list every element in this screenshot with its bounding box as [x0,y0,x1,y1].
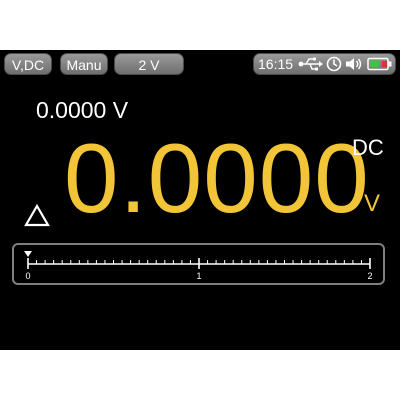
bargraph-tick-label: 2 [367,271,372,281]
bargraph-tick-label: 1 [196,271,201,281]
status-bar: 16:15 [253,53,396,75]
secondary-reading: 0.0000 V [36,97,129,123]
coupling-label: DC [352,135,384,160]
clock-time: 16:15 [258,56,294,72]
main-reading: 0.0000 [64,123,370,233]
range-mode-button[interactable]: Manu [60,53,108,75]
bargraph-scale: 0 1 2 [24,251,373,281]
relative-delta-icon [24,204,50,227]
unit-label: V [364,190,381,217]
bargraph-tick-label: 0 [25,271,30,281]
bargraph-pointer [24,251,32,257]
meter-screen: V,DC Manu 2 V 16:15 0.0000 V 0.0000 DC V… [0,50,400,350]
battery-level-fill [370,60,379,68]
mode-button[interactable]: V,DC [4,53,52,75]
usb-icon [298,57,323,71]
battery-icon [367,57,392,71]
speaker-icon [346,58,362,70]
bargraph: 0 1 2 [12,243,385,285]
clock-icon [326,56,342,72]
range-button[interactable]: 2 V [114,53,184,75]
